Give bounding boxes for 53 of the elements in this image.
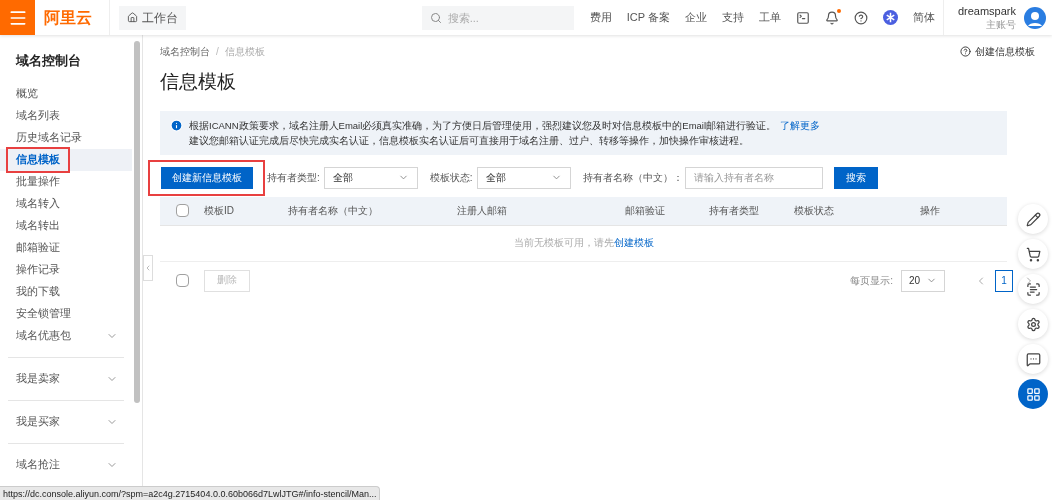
user-name[interactable]: dreamspark xyxy=(957,4,1016,18)
sidebar-item[interactable]: 批量操作 xyxy=(8,170,68,193)
sidebar-item[interactable]: 概览 xyxy=(8,82,46,105)
notice-text: 建议您邮箱认证完成后尽快完成实名认证，信息模板实名认证后可直接用于域名注册、过户、转移等操作，加快操作审核进程。 xyxy=(189,133,750,148)
page-size-select[interactable]: 20 xyxy=(901,269,945,292)
breadcrumb-separator: / xyxy=(216,45,219,59)
column-header: 操作 xyxy=(920,205,940,216)
column-header: 注册人邮箱 xyxy=(457,205,507,216)
filter-label: 持有者类型: xyxy=(267,171,320,185)
language-link[interactable]: 简体 xyxy=(912,9,935,26)
user-role: 主账号 xyxy=(986,17,1016,31)
column-header: 持有者名称（中文） xyxy=(288,205,378,216)
filter-label: 模板状态: xyxy=(429,171,473,185)
page-button[interactable]: 1 xyxy=(995,269,1013,292)
sidebar-item[interactable]: 操作记录 xyxy=(8,258,68,281)
filter-label: 持有者名称（中文）： xyxy=(582,171,683,185)
page-title: 信息模板 xyxy=(160,70,237,94)
name-input[interactable]: 请输入持有者名称 xyxy=(684,166,823,189)
sidebar-item[interactable]: 我的下载 xyxy=(8,280,68,303)
column-header: 模板状态 xyxy=(794,205,834,216)
workbench-button[interactable]: 工作台 xyxy=(119,5,186,30)
empty-text: 当前无模板可用，请先 xyxy=(513,235,614,250)
sidebar-item[interactable]: 安全锁管理 xyxy=(8,302,79,325)
search-field[interactable]: 搜索... xyxy=(421,5,574,30)
breadcrumb-item[interactable]: 域名控制台 xyxy=(160,44,210,59)
filter-select[interactable]: 全部 xyxy=(476,166,571,189)
sidebar-item[interactable]: 历史域名记录 xyxy=(8,126,90,149)
page-size-label: 每页显示: xyxy=(850,274,893,288)
help-link[interactable]: 创建信息模板 xyxy=(960,44,1035,59)
sidebar-section[interactable]: 我是买家 xyxy=(8,400,124,443)
nav-link[interactable]: 工单 xyxy=(758,9,781,26)
sidebar-section[interactable]: 我是卖家 xyxy=(8,357,124,400)
sidebar-title: 域名控制台 xyxy=(16,52,82,70)
status-url: https://dc.console.aliyun.com/?spm=a2c4g.2715404.0.0.60b066d7LwlJTG#/info-stencil/Man... xyxy=(0,486,381,500)
column-header: 模板ID xyxy=(204,205,234,216)
nav-link[interactable]: 费用 xyxy=(589,9,612,26)
sidebar-item[interactable]: 域名转入 xyxy=(8,192,68,215)
sidebar-item[interactable]: 域名列表 xyxy=(8,104,68,127)
learn-more-link[interactable]: 了解更多 xyxy=(780,117,821,133)
column-header: 持有者类型 xyxy=(709,205,759,216)
nav-link[interactable]: 企业 xyxy=(684,9,707,26)
sidebar-item[interactable]: 邮箱验证 xyxy=(8,236,68,259)
create-template-link[interactable]: 创建模板 xyxy=(613,235,654,251)
sidebar-item[interactable]: 域名转出 xyxy=(8,214,68,237)
nav-link[interactable]: ICP 备案 xyxy=(626,9,670,26)
sidebar-group[interactable]: 域名优惠包 xyxy=(0,324,132,347)
create-template-button[interactable]: 创建新信息模板 xyxy=(161,166,253,189)
notice-text: 根据ICANN政策要求，域名注册人Email必须真实准确，为了方便日后管理使用，强烈建议您及时对信息模板中的Email邮箱进行验证。 xyxy=(189,118,777,133)
nav-link[interactable]: 支持 xyxy=(721,9,744,26)
sidebar-section[interactable]: 域名抢注 xyxy=(8,443,124,486)
column-header: 邮箱验证 xyxy=(625,205,665,216)
search-button[interactable]: 搜索 xyxy=(833,166,878,189)
filter-select[interactable]: 全部 xyxy=(323,166,418,189)
